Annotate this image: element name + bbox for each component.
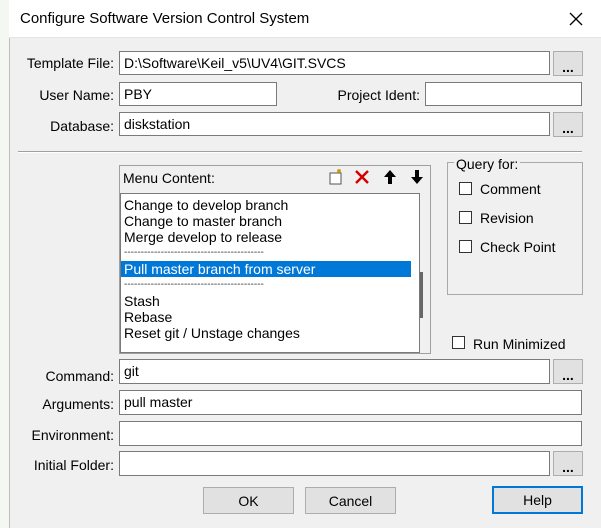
command-label: Command: [45,368,114,384]
ok-button[interactable]: OK [203,487,294,514]
revision-label: Revision [480,210,534,226]
user-name-field[interactable]: PBY [119,82,277,106]
project-ident-field[interactable] [425,82,582,106]
database-browse-button[interactable]: ... [553,112,583,137]
check-point-checkbox[interactable] [459,240,472,253]
database-field[interactable]: diskstation [119,112,550,136]
user-name-label: User Name: [39,87,114,103]
new-item-button[interactable] [325,166,347,188]
arguments-field[interactable]: pull master [119,390,582,415]
list-scrollbar-thumb[interactable] [420,272,423,318]
template-file-field[interactable]: D:\Software\Keil_v5\UV4\GIT.SVCS [119,51,550,75]
help-button[interactable]: Help [492,486,583,514]
move-up-icon [384,170,396,184]
project-ident-label: Project Ident: [337,87,421,103]
delete-button[interactable] [351,166,373,188]
list-item-selected[interactable]: Pull master branch from server [121,261,411,277]
initial-folder-field[interactable] [119,451,550,476]
menu-content-label: Menu Content: [123,170,215,186]
new-item-icon [329,169,342,185]
template-file-browse-button[interactable]: ... [553,51,583,76]
query-for-label: Query for: [454,156,521,172]
list-item-separator[interactable]: ----------------------------------------… [121,245,411,261]
list-item[interactable]: Stash [121,293,411,309]
list-item-separator[interactable]: ----------------------------------------… [121,277,411,293]
initial-folder-browse-button[interactable]: ... [553,451,583,476]
command-browse-button[interactable]: ... [553,359,583,384]
move-down-button[interactable] [406,166,428,188]
comment-label: Comment [480,181,541,197]
move-up-button[interactable] [379,166,401,188]
run-minimized-label: Run Minimized [473,336,566,352]
window-title: Configure Software Version Control Syste… [20,10,310,27]
environment-label: Environment: [31,427,114,443]
run-minimized-checkbox[interactable] [452,336,465,349]
environment-field[interactable] [119,421,582,446]
database-label: Database: [50,118,114,134]
arguments-label: Arguments: [42,396,114,412]
list-item[interactable]: Change to develop branch [121,197,411,213]
check-point-label: Check Point [480,239,556,255]
comment-checkbox[interactable] [459,182,472,195]
cancel-button[interactable]: Cancel [305,487,396,514]
revision-checkbox[interactable] [459,211,472,224]
list-item[interactable]: Rebase [121,309,411,325]
list-item[interactable]: Change to master branch [121,213,411,229]
template-file-label: Template File: [26,55,114,71]
delete-icon [355,170,369,184]
list-item[interactable]: Reset git / Unstage changes [121,325,411,341]
move-down-icon [411,170,423,184]
close-icon [569,12,583,26]
list-item[interactable]: Merge develop to release [121,229,411,245]
command-field[interactable]: git [119,359,550,384]
background-window-strip [0,0,9,528]
menu-content-list[interactable]: Change to develop branch Change to maste… [120,193,420,353]
separator [18,151,582,153]
close-button[interactable] [556,4,596,34]
initial-folder-label: Initial Folder: [33,457,114,473]
